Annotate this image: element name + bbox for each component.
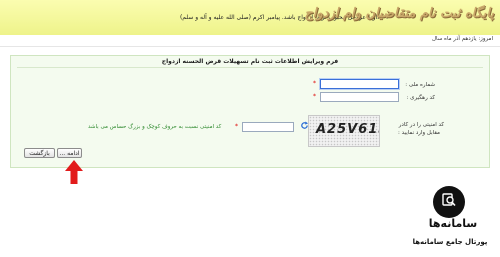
back-button[interactable]: بازگشت	[24, 148, 55, 158]
required-marker: *	[313, 93, 316, 100]
captcha-label-line1: کد امنیتی را در کادر	[398, 122, 444, 128]
captcha-image: A25V615	[308, 115, 380, 147]
captcha-label-line2: مقابل وارد نمایید :	[398, 130, 440, 136]
continue-button[interactable]: ادامه ...	[57, 148, 82, 158]
refresh-icon[interactable]	[300, 121, 309, 130]
national-id-label: شماره ملی :	[405, 82, 435, 88]
site-title: پایگاه ثبت نام متقاضیان وام ازدواج	[304, 6, 494, 21]
header-banner: : خداوند عزوجل محبوب تر از ازدواج باشد. …	[0, 0, 500, 36]
form-title-divider	[17, 67, 483, 68]
captcha-hint: کد امنیتی نسبت به حروف کوچک و بزرگ حساس …	[88, 124, 222, 130]
required-marker: *	[313, 80, 316, 87]
date-bar: امروز: یازدهم آذر ماه سال	[0, 35, 500, 47]
tracking-code-input[interactable]	[320, 92, 399, 102]
watermark-name: سامانه‌ها	[428, 217, 478, 230]
edit-form-panel: فرم ویرایش اطلاعات ثبت نام تسهیلات قرض ا…	[10, 55, 490, 168]
required-marker: *	[235, 123, 238, 130]
form-title: فرم ویرایش اطلاعات ثبت نام تسهیلات قرض ا…	[161, 58, 339, 65]
watermark-tagline: پورتال جامع سامانه‌ها	[412, 238, 488, 246]
search-document-icon	[442, 193, 456, 207]
tracking-code-label: کد رهگیری :	[406, 95, 435, 101]
arrow-up-icon	[65, 160, 83, 184]
captcha-input[interactable]	[242, 122, 294, 132]
national-id-input[interactable]	[320, 79, 399, 89]
date-text: امروز: یازدهم آذر ماه سال	[432, 36, 493, 42]
captcha-image-text: A25V615	[316, 122, 379, 137]
